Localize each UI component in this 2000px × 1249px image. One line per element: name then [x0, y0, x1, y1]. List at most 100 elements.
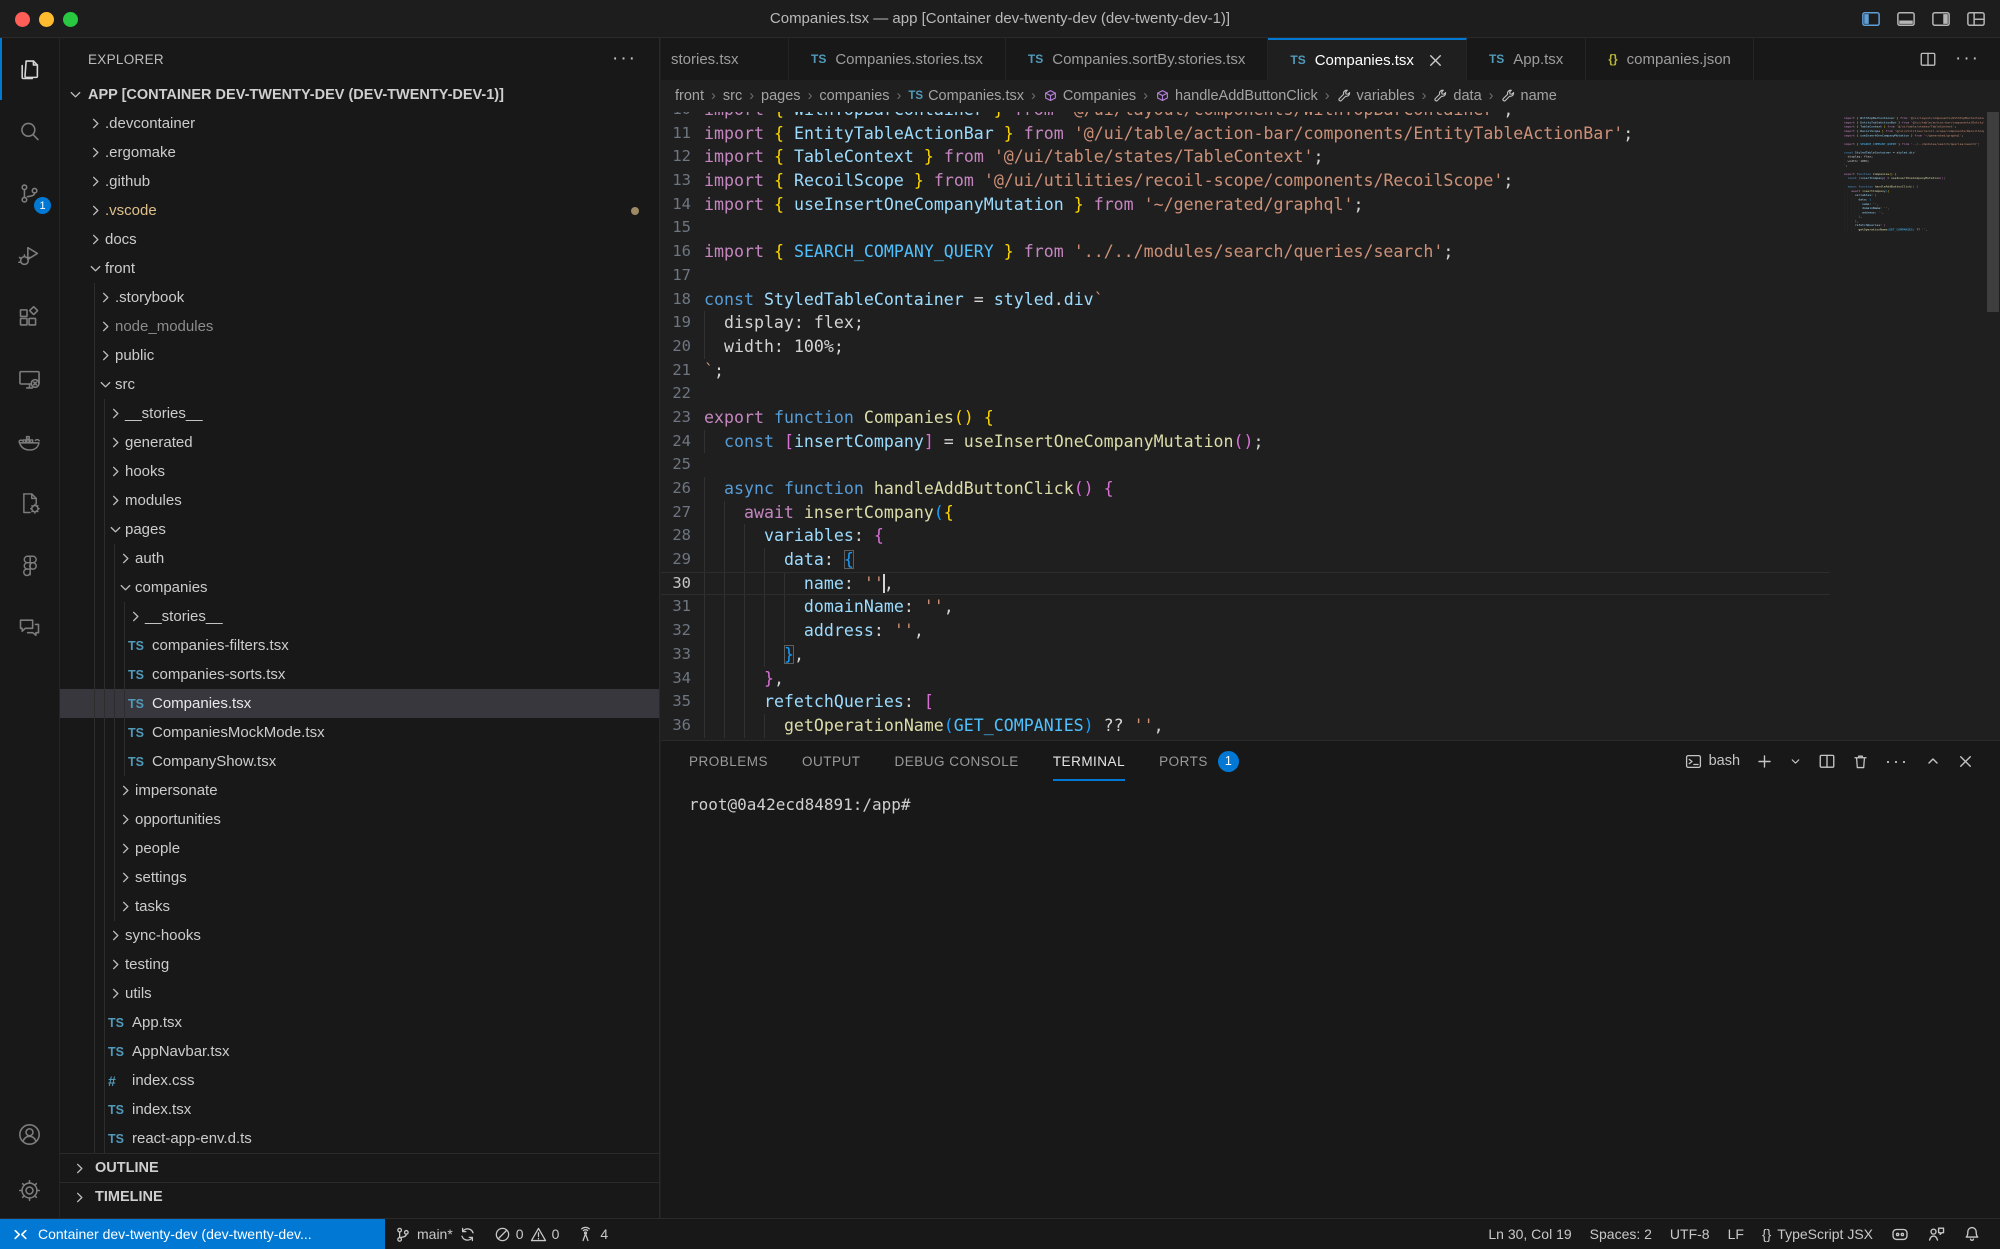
copilot-status-item[interactable]: [1882, 1219, 1918, 1249]
code-line-17[interactable]: 17: [661, 264, 1830, 288]
code-line-10[interactable]: 10import { WithTopBarContainer } from '@…: [661, 112, 1830, 122]
split-terminal-icon[interactable]: [1818, 752, 1836, 770]
tree-item-settings[interactable]: settings: [60, 863, 659, 892]
tree-item-impersonate[interactable]: impersonate: [60, 776, 659, 805]
remote-indicator[interactable]: Container dev-twenty-dev (dev-twenty-dev…: [0, 1219, 385, 1249]
tree-item-auth[interactable]: auth: [60, 544, 659, 573]
maximize-panel-icon[interactable]: [1925, 753, 1941, 769]
breadcrumb-item-name[interactable]: name: [1501, 88, 1557, 104]
toggle-secondary-sidebar-icon[interactable]: [1931, 9, 1951, 29]
panel-tab-output[interactable]: OUTPUT: [802, 741, 861, 781]
tab-Companies.sortBy.stories.tsx[interactable]: TSCompanies.sortBy.stories.tsx: [1006, 38, 1268, 80]
code-line-14[interactable]: 14import { useInsertOneCompanyMutation }…: [661, 193, 1830, 217]
git-branch-item[interactable]: main*: [385, 1219, 485, 1249]
code-editor[interactable]: 10import { WithTopBarContainer } from '@…: [661, 112, 2000, 740]
tab-companies.json[interactable]: {}companies.json: [1586, 38, 1754, 80]
code-line-20[interactable]: 20 width: 100%;: [661, 335, 1830, 359]
code-line-34[interactable]: 34 },: [661, 667, 1830, 691]
code-line-15[interactable]: 15: [661, 216, 1830, 240]
code-line-11[interactable]: 11import { EntityTableActionBar } from '…: [661, 122, 1830, 146]
tree-item-CompaniesMockMode.tsx[interactable]: TSCompaniesMockMode.tsx: [60, 718, 659, 747]
close-icon[interactable]: [1427, 52, 1444, 69]
code-line-23[interactable]: 23export function Companies() {: [661, 406, 1830, 430]
breadcrumb-item-data[interactable]: data: [1433, 88, 1481, 104]
activity-comments[interactable]: [0, 596, 59, 658]
panel-tab-debug-console[interactable]: DEBUG CONSOLE: [895, 741, 1019, 781]
more-actions-icon[interactable]: ···: [1955, 48, 1980, 70]
tree-item-.ergomake[interactable]: .ergomake: [60, 138, 659, 167]
activity-source-control[interactable]: 1: [0, 162, 59, 224]
tree-item-node_modules[interactable]: node_modules: [60, 312, 659, 341]
panel-tab-terminal[interactable]: TERMINAL: [1053, 741, 1125, 781]
tree-item-docs[interactable]: docs: [60, 225, 659, 254]
tree-item-index.css[interactable]: #index.css: [60, 1066, 659, 1095]
code-line-16[interactable]: 16import { SEARCH_COMPANY_QUERY } from '…: [661, 240, 1830, 264]
workspace-section-header[interactable]: APP [CONTAINER DEV-TWENTY-DEV (DEV-TWENT…: [60, 80, 659, 109]
tab-Companies.tsx[interactable]: TSCompanies.tsx: [1268, 38, 1467, 80]
language-mode-item[interactable]: {} TypeScript JSX: [1753, 1219, 1882, 1249]
panel-tab-problems[interactable]: PROBLEMS: [689, 741, 768, 781]
panel-tab-ports[interactable]: PORTS1: [1159, 741, 1239, 781]
code-line-18[interactable]: 18const StyledTableContainer = styled.di…: [661, 288, 1830, 312]
code-line-26[interactable]: 26 async function handleAddButtonClick()…: [661, 477, 1830, 501]
tree-item-.vscode[interactable]: .vscode: [60, 196, 659, 225]
tree-item-hooks[interactable]: hooks: [60, 457, 659, 486]
activity-accounts[interactable]: [0, 1106, 59, 1162]
tree-item-CompanyShow.tsx[interactable]: TSCompanyShow.tsx: [60, 747, 659, 776]
tab-App.tsx[interactable]: TSApp.tsx: [1467, 38, 1586, 80]
tree-item-react-app-env.d.ts[interactable]: TSreact-app-env.d.ts: [60, 1124, 659, 1153]
breadcrumb-item-front[interactable]: front: [675, 88, 704, 104]
tree-item-companies[interactable]: companies: [60, 573, 659, 602]
tree-item-companies-filters.tsx[interactable]: TScompanies-filters.tsx: [60, 631, 659, 660]
tree-item-AppNavbar.tsx[interactable]: TSAppNavbar.tsx: [60, 1037, 659, 1066]
tree-item-generated[interactable]: generated: [60, 428, 659, 457]
tree-item-public[interactable]: public: [60, 341, 659, 370]
breadcrumb-item-variables[interactable]: variables: [1337, 88, 1415, 104]
tree-item-testing[interactable]: testing: [60, 950, 659, 979]
tab-stories.tsx[interactable]: stories.tsx: [661, 38, 789, 80]
timeline-section[interactable]: TIMELINE: [60, 1182, 659, 1211]
cursor-position-item[interactable]: Ln 30, Col 19: [1479, 1219, 1580, 1249]
activity-dev-containers[interactable]: [0, 472, 59, 534]
indentation-item[interactable]: Spaces: 2: [1581, 1219, 1661, 1249]
code-line-22[interactable]: 22: [661, 382, 1830, 406]
minimap[interactable]: 10import { WithTopBarContainer } from '@…: [1844, 112, 1984, 740]
breadcrumb-item-handleAddButtonClick[interactable]: handleAddButtonClick: [1155, 88, 1318, 104]
tree-item-__stories__[interactable]: __stories__: [60, 602, 659, 631]
explorer-more-actions-icon[interactable]: ···: [612, 48, 637, 70]
outline-section[interactable]: OUTLINE: [60, 1153, 659, 1182]
code-line-21[interactable]: 21`;: [661, 359, 1830, 383]
tree-item-opportunities[interactable]: opportunities: [60, 805, 659, 834]
tree-item-people[interactable]: people: [60, 834, 659, 863]
launch-profile-icon[interactable]: [1789, 755, 1802, 768]
tree-item-tasks[interactable]: tasks: [60, 892, 659, 921]
tree-item-Companies.tsx[interactable]: TSCompanies.tsx: [60, 689, 659, 718]
activity-docker[interactable]: [0, 410, 59, 472]
tree-item-pages[interactable]: pages: [60, 515, 659, 544]
tree-item-.storybook[interactable]: .storybook: [60, 283, 659, 312]
toggle-panel-icon[interactable]: [1896, 9, 1916, 29]
activity-figma[interactable]: [0, 534, 59, 596]
code-line-30[interactable]: 30 name: '',: [661, 572, 1830, 596]
tree-item-utils[interactable]: utils: [60, 979, 659, 1008]
code-line-32[interactable]: 32 address: '',: [661, 619, 1830, 643]
breadcrumb-item-src[interactable]: src: [723, 88, 742, 104]
tree-item-App.tsx[interactable]: TSApp.tsx: [60, 1008, 659, 1037]
encoding-item[interactable]: UTF-8: [1661, 1219, 1719, 1249]
tree-item-__stories__[interactable]: __stories__: [60, 399, 659, 428]
eol-item[interactable]: LF: [1719, 1219, 1753, 1249]
split-editor-icon[interactable]: [1919, 50, 1937, 68]
code-line-28[interactable]: 28 variables: {: [661, 524, 1830, 548]
tab-Companies.stories.tsx[interactable]: TSCompanies.stories.tsx: [789, 38, 1006, 80]
code-line-25[interactable]: 25: [661, 453, 1830, 477]
code-line-13[interactable]: 13import { RecoilScope } from '@/ui/util…: [661, 169, 1830, 193]
toggle-primary-sidebar-icon[interactable]: [1861, 9, 1881, 29]
tree-item-.devcontainer[interactable]: .devcontainer: [60, 109, 659, 138]
editor-scrollbar[interactable]: [1986, 112, 2000, 740]
code-line-36[interactable]: 36 getOperationName(GET_COMPANIES) ?? ''…: [661, 714, 1830, 738]
activity-search[interactable]: [0, 100, 59, 162]
code-line-19[interactable]: 19 display: flex;: [661, 311, 1830, 335]
breadcrumb-item-Companies[interactable]: Companies: [1043, 88, 1136, 104]
tree-item-src[interactable]: src: [60, 370, 659, 399]
new-terminal-icon[interactable]: [1756, 753, 1773, 770]
